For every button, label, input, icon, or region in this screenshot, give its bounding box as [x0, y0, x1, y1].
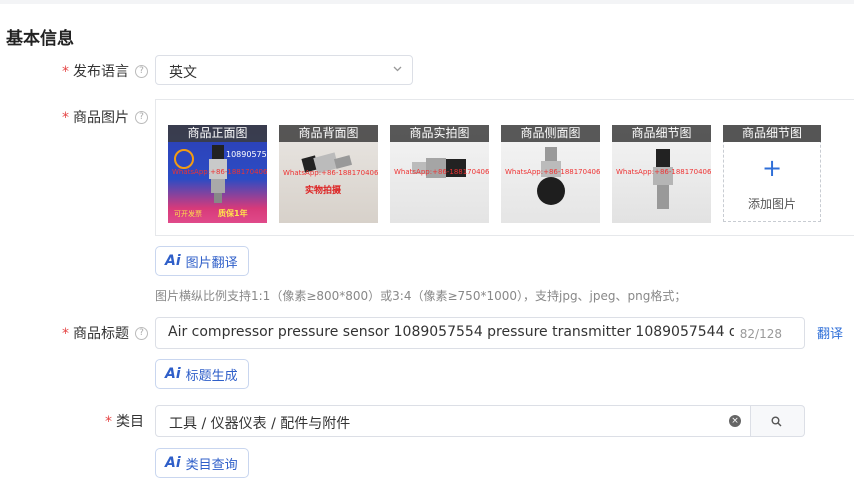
plus-icon: +	[761, 154, 783, 182]
sensor-photo	[653, 149, 673, 209]
watermark-text: WhatsApp:+86-18817040688	[616, 168, 711, 176]
category-query-button[interactable]: Ai 类目查询	[155, 448, 249, 478]
title-generate-button[interactable]: Ai 标题生成	[155, 359, 249, 389]
chevron-down-icon	[393, 62, 402, 75]
product-image-back[interactable]: 商品背面图 WhatsApp:+86-18817040688 实物拍摄	[279, 125, 378, 223]
product-image-real[interactable]: 商品实拍图 WhatsApp:+86-18817040688	[390, 125, 489, 223]
watermark-text: WhatsApp:+86-18817040688	[172, 168, 267, 176]
stamp-real-shot: 实物拍摄	[305, 186, 342, 196]
watermark-text: WhatsApp:+86-18817040688	[394, 168, 489, 176]
language-label: * 发布语言	[62, 64, 129, 80]
question-circle-icon[interactable]: ?	[135, 327, 148, 340]
ai-icon: Ai	[165, 253, 181, 269]
close-circle-icon[interactable]: ×	[729, 415, 741, 427]
section-title: 基本信息	[6, 29, 74, 49]
watermark-text: WhatsApp:+86-18817040688	[505, 168, 600, 176]
image-translate-button[interactable]: Ai 图片翻译	[155, 246, 249, 276]
top-divider	[0, 0, 854, 4]
ai-icon: Ai	[165, 455, 181, 471]
stamp-invoice: 可开发票	[174, 210, 202, 218]
category-search-button[interactable]	[751, 405, 805, 437]
images-label: * 商品图片	[62, 110, 129, 126]
translate-link[interactable]: 翻译	[817, 323, 843, 342]
product-image-front[interactable]: 商品正面图 1089057554 WhatsApp:+86-1881704068…	[168, 125, 267, 223]
image-caption: 商品背面图	[279, 125, 378, 142]
question-circle-icon[interactable]: ?	[135, 111, 148, 124]
search-icon	[771, 416, 782, 427]
watermark-code: 1089057554	[226, 150, 267, 159]
question-circle-icon[interactable]: ?	[135, 65, 148, 78]
title-input[interactable]: Air compressor pressure sensor 108905755…	[155, 317, 805, 349]
language-value: 英文	[169, 65, 197, 81]
product-image-detail[interactable]: 商品细节图 WhatsApp:+86-18817040688	[612, 125, 711, 223]
product-image-side[interactable]: 商品侧面图 WhatsApp:+86-18817040688	[501, 125, 600, 223]
image-caption: 商品细节图	[723, 125, 821, 142]
title-value: Air compressor pressure sensor 108905755…	[168, 324, 734, 340]
watermark-text: WhatsApp:+86-18817040688	[283, 169, 378, 177]
image-caption: 商品实拍图	[390, 125, 489, 142]
add-image-button[interactable]: 商品细节图 + 添加图片	[723, 125, 821, 222]
add-image-label: 添加图片	[747, 197, 796, 211]
image-caption: 商品细节图	[612, 125, 711, 142]
image-requirement-hint: 图片横纵比例支持1:1（像素≥800*800）或3:4（像素≥750*1000）…	[155, 289, 687, 303]
category-input[interactable]: 工具 / 仪器仪表 / 配件与附件	[155, 405, 751, 437]
sensor-photo	[537, 147, 565, 205]
image-caption: 商品侧面图	[501, 125, 600, 142]
stamp-warranty: 质保1年	[218, 209, 248, 218]
image-caption: 商品正面图	[168, 125, 267, 142]
ai-icon: Ai	[165, 366, 181, 382]
language-select[interactable]: 英文	[155, 55, 413, 85]
title-label: * 商品标题	[62, 326, 129, 342]
category-label: * 类目	[105, 414, 144, 430]
char-counter: 82/128	[739, 327, 782, 341]
category-value: 工具 / 仪器仪表 / 配件与附件	[169, 416, 351, 432]
marker-circle	[174, 149, 194, 169]
